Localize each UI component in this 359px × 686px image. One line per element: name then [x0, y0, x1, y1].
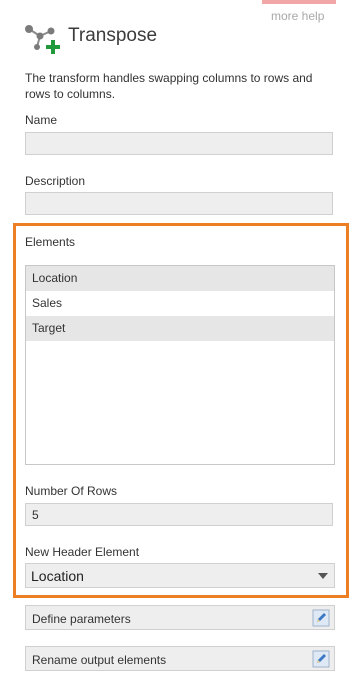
- select-value: Location: [31, 568, 84, 584]
- define-parameters-button[interactable]: Define parameters: [25, 605, 335, 630]
- description-input[interactable]: [25, 192, 333, 215]
- list-item[interactable]: Sales: [26, 291, 334, 316]
- number-of-rows-label: Number Of Rows: [25, 484, 118, 498]
- number-of-rows-input[interactable]: [25, 503, 333, 526]
- elements-list[interactable]: Location Sales Target: [25, 265, 335, 465]
- transpose-add-icon: [25, 25, 60, 54]
- list-item[interactable]: Target: [26, 316, 334, 341]
- name-input[interactable]: [25, 132, 333, 155]
- list-item[interactable]: Location: [26, 266, 334, 291]
- new-header-element-label: New Header Element: [25, 545, 140, 559]
- rename-output-elements-button[interactable]: Rename output elements: [25, 646, 335, 671]
- more-help-link[interactable]: more help: [271, 9, 324, 23]
- rename-output-elements-label: Rename output elements: [32, 653, 167, 667]
- description-label: Description: [25, 174, 86, 188]
- new-header-element-select[interactable]: Location: [25, 563, 335, 588]
- transform-description: The transform handles swapping columns t…: [25, 71, 313, 101]
- elements-label: Elements: [25, 235, 76, 249]
- define-parameters-label: Define parameters: [32, 612, 131, 626]
- edit-icon[interactable]: [312, 609, 330, 627]
- page-title: Transpose: [68, 25, 158, 46]
- top-accent-strip: [262, 0, 336, 4]
- name-label: Name: [25, 113, 58, 127]
- chevron-down-icon[interactable]: [318, 573, 328, 579]
- edit-icon[interactable]: [312, 650, 330, 668]
